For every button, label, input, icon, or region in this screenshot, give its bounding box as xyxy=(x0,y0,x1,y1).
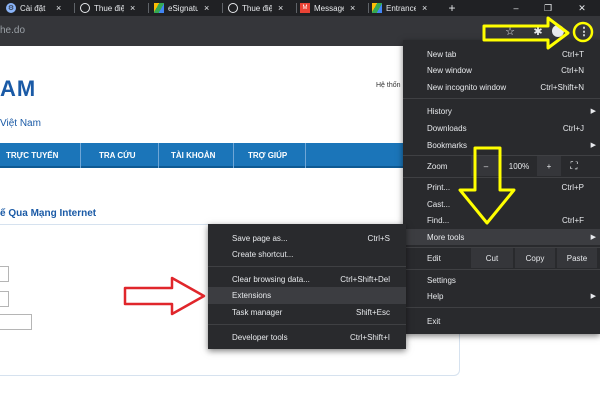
chrome-settings-icon: ⚙ xyxy=(6,3,16,13)
menu-separator xyxy=(403,307,600,308)
drive-icon xyxy=(372,3,382,13)
menu-separator xyxy=(403,98,600,99)
site-subtitle: Việt Nam xyxy=(0,118,41,129)
menu-separator xyxy=(208,266,406,267)
nav-separator xyxy=(80,143,81,168)
menu-item-downloads[interactable]: Downloads Ctrl+J xyxy=(403,120,600,136)
edit-copy-button[interactable]: Copy xyxy=(515,248,555,268)
tab-thue-1[interactable]: Thue điện tử × xyxy=(80,0,148,16)
menu-item-history[interactable]: History ▶ xyxy=(403,103,600,119)
submenu-item-extensions[interactable]: Extensions xyxy=(208,287,406,304)
tab-strip: ⚙ Cài đặt × Thue điện tử × eSignature × … xyxy=(0,0,600,16)
tab-close-icon[interactable]: × xyxy=(56,3,61,13)
menu-item-exit[interactable]: Exit xyxy=(403,313,600,329)
tab-separator xyxy=(222,3,223,13)
chrome-main-menu: New tab Ctrl+T New window Ctrl+N New inc… xyxy=(403,40,600,334)
menu-item-print[interactable]: Print... Ctrl+P xyxy=(403,179,600,195)
profile-avatar-icon[interactable] xyxy=(552,25,564,37)
submenu-item-developer-tools[interactable]: Developer tools Ctrl+Shift+I xyxy=(208,329,406,346)
menu-edit-label: Edit xyxy=(427,253,441,263)
submenu-item-clear-browsing-data[interactable]: Clear browsing data... Ctrl+Shift+Del xyxy=(208,271,406,288)
menu-item-more-tools[interactable]: More tools ▶ xyxy=(403,229,600,245)
tab-separator xyxy=(148,3,149,13)
submenu-item-save-page[interactable]: Save page as... Ctrl+S xyxy=(208,230,406,247)
more-tools-submenu: Save page as... Ctrl+S Create shortcut..… xyxy=(208,224,406,349)
gmail-icon: M xyxy=(300,3,310,13)
new-tab-button[interactable]: + xyxy=(442,0,462,16)
address-bar[interactable]: he.do xyxy=(0,25,25,36)
menu-item-new-tab[interactable]: New tab Ctrl+T xyxy=(403,46,600,62)
chrome-menu-icon[interactable]: ⋮ xyxy=(577,24,591,38)
menu-item-settings[interactable]: Settings xyxy=(403,272,600,288)
bookmark-star-icon[interactable]: ☆ xyxy=(503,24,517,38)
zoom-out-button[interactable]: – xyxy=(471,156,501,176)
globe-icon xyxy=(228,3,238,13)
tab-title: Thue điện tử xyxy=(242,3,272,13)
submenu-item-task-manager[interactable]: Task manager Shift+Esc xyxy=(208,304,406,321)
zoom-in-button[interactable]: + xyxy=(537,156,561,176)
menu-item-help[interactable]: Help ▶ xyxy=(403,288,600,304)
tab-separator xyxy=(74,3,75,13)
minimize-icon[interactable]: – xyxy=(506,0,526,16)
tab-close-icon[interactable]: × xyxy=(278,3,283,13)
nav-separator xyxy=(158,143,159,168)
tab-close-icon[interactable]: × xyxy=(204,3,209,13)
menu-item-cast[interactable]: Cast... xyxy=(403,196,600,212)
submenu-arrow-icon: ▶ xyxy=(590,234,596,241)
submenu-arrow-icon: ▶ xyxy=(590,142,596,149)
tab-title: Entrance xyxy=(386,3,416,13)
tab-separator xyxy=(296,3,297,13)
menu-separator xyxy=(403,177,600,178)
edit-paste-button[interactable]: Paste xyxy=(557,248,597,268)
menu-item-new-incognito[interactable]: New incognito window Ctrl+Shift+N xyxy=(403,79,600,95)
submenu-item-create-shortcut[interactable]: Create shortcut... xyxy=(208,246,406,263)
nav-separator xyxy=(305,143,306,168)
menu-item-bookmarks[interactable]: Bookmarks ▶ xyxy=(403,137,600,153)
site-title: AM xyxy=(0,76,37,101)
restore-icon[interactable]: ❐ xyxy=(538,0,558,16)
tab-thue-2[interactable]: Thue điện tử × xyxy=(228,0,296,16)
form-input[interactable] xyxy=(0,314,32,330)
submenu-arrow-icon: ▶ xyxy=(590,293,596,300)
form-input[interactable] xyxy=(0,291,9,307)
extensions-puzzle-icon[interactable]: ✱ xyxy=(531,24,545,38)
tab-title: Thue điện tử xyxy=(94,3,124,13)
zoom-level: 100% xyxy=(508,161,530,171)
tab-entrance[interactable]: Entrance × xyxy=(372,0,440,16)
form-input[interactable] xyxy=(0,266,9,282)
edit-cut-button[interactable]: Cut xyxy=(471,248,513,268)
nav-tra-cuu[interactable]: TRA CỨU xyxy=(99,143,136,168)
tab-message[interactable]: M Message × xyxy=(300,0,368,16)
menu-separator xyxy=(208,324,406,325)
site-navbar: TRỰC TUYẾN TRA CỨU TÀI KHOẢN TRỢ GIÚP xyxy=(0,143,460,168)
tab-title: Message xyxy=(314,3,344,13)
nav-tro-giup[interactable]: TRỢ GIÚP xyxy=(248,143,287,168)
fullscreen-icon[interactable]: ⛶ xyxy=(565,156,583,176)
tab-close-icon[interactable]: × xyxy=(350,3,355,13)
section-title: ế Qua Mạng Internet xyxy=(0,208,97,219)
tab-close-icon[interactable]: × xyxy=(422,3,427,13)
tab-title: eSignature xyxy=(168,3,198,13)
nav-truc-tuyen[interactable]: TRỰC TUYẾN xyxy=(6,143,58,168)
nav-separator xyxy=(233,143,234,168)
menu-item-find[interactable]: Find... Ctrl+F xyxy=(403,212,600,228)
tab-close-icon[interactable]: × xyxy=(130,3,135,13)
menu-separator xyxy=(403,269,600,270)
nav-tai-khoan[interactable]: TÀI KHOẢN xyxy=(171,143,215,168)
tab-separator xyxy=(368,3,369,13)
menu-item-new-window[interactable]: New window Ctrl+N xyxy=(403,62,600,78)
header-link[interactable]: Hệ thốn xyxy=(376,82,401,89)
submenu-arrow-icon: ▶ xyxy=(590,108,596,115)
globe-icon xyxy=(80,3,90,13)
tab-settings[interactable]: ⚙ Cài đặt × xyxy=(6,0,74,16)
close-window-icon[interactable]: ✕ xyxy=(572,0,592,16)
tab-esignature[interactable]: eSignature × xyxy=(154,0,222,16)
tab-title: Cài đặt xyxy=(20,3,46,13)
menu-zoom-label: Zoom xyxy=(427,161,448,171)
drive-icon xyxy=(154,3,164,13)
